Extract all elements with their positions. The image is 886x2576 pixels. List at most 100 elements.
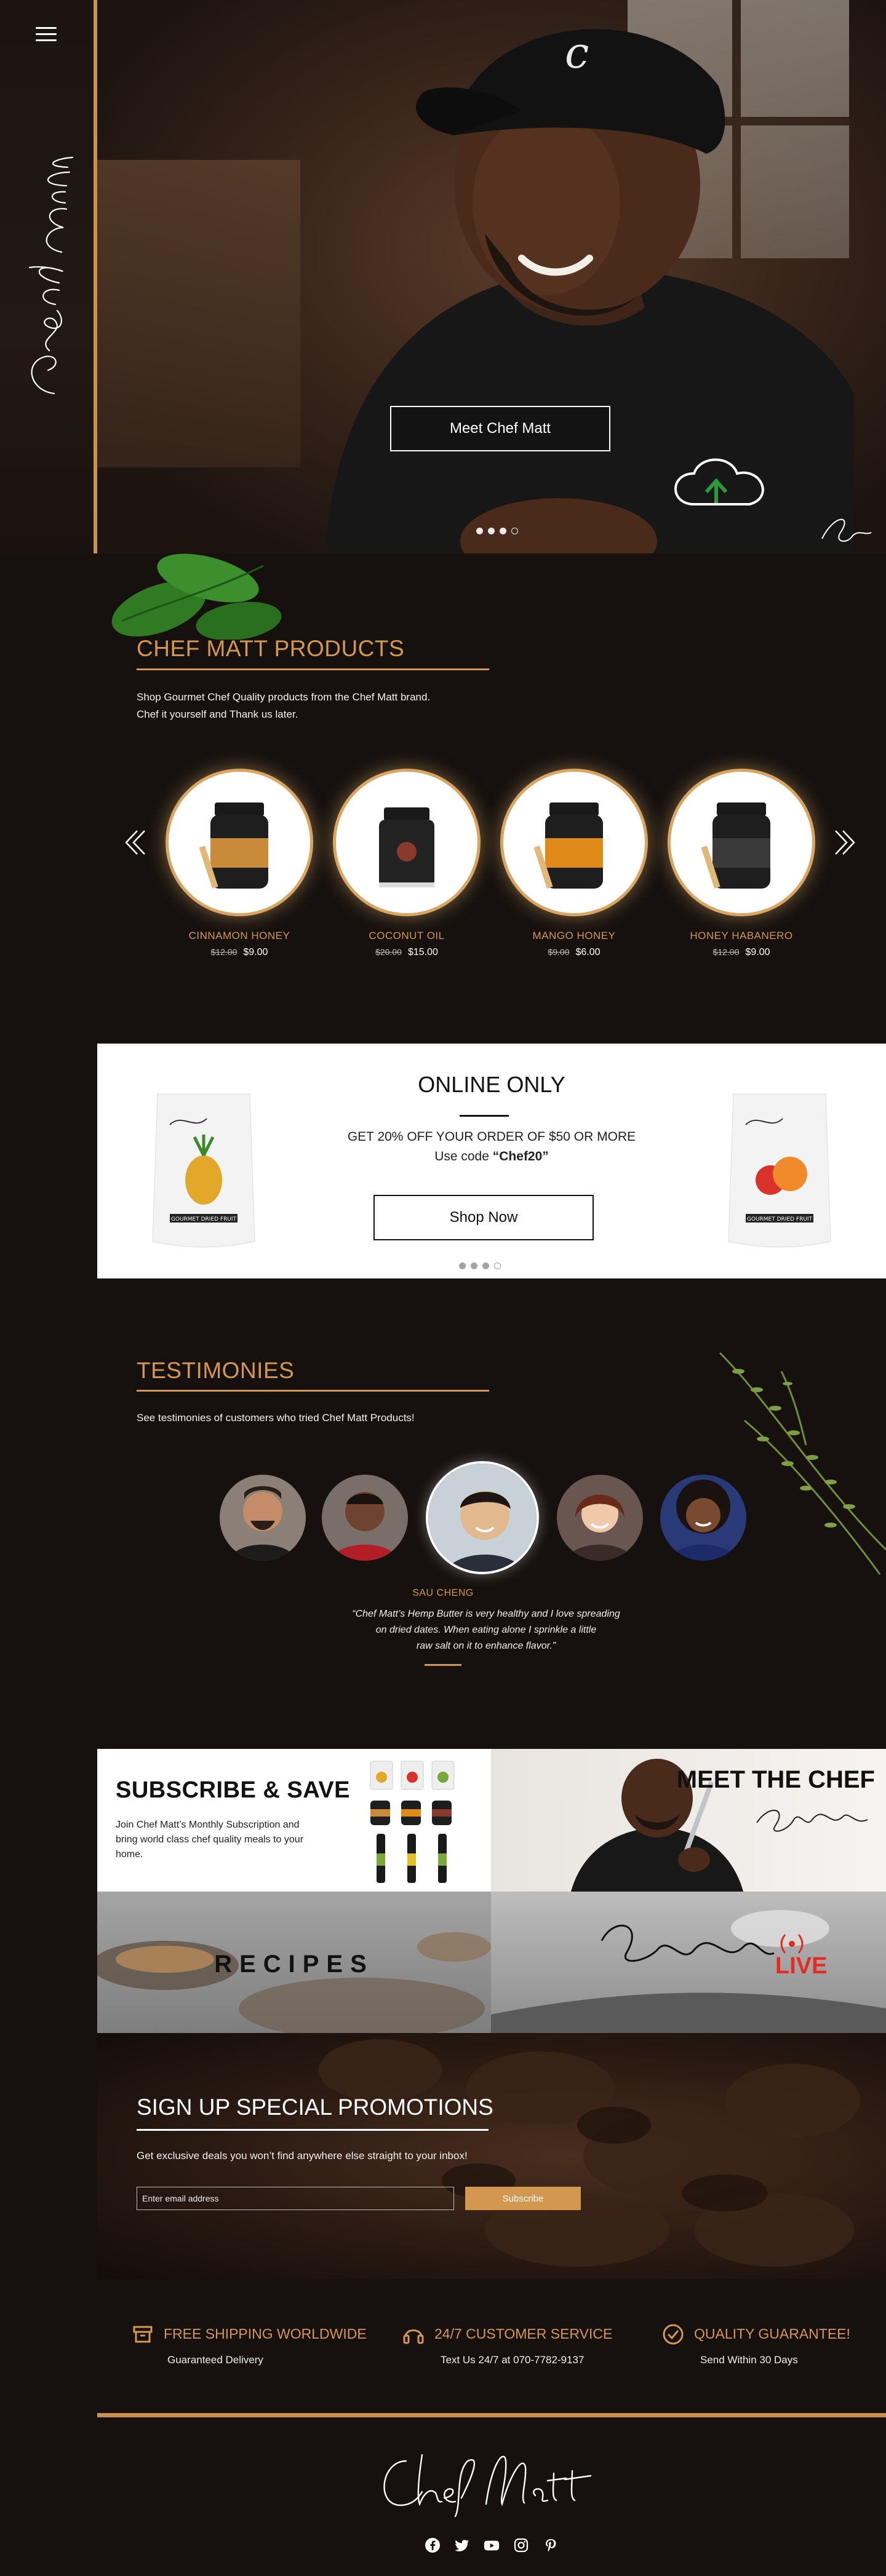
signup-title-rule xyxy=(137,2129,489,2131)
social-links xyxy=(425,2537,559,2553)
testimonial-avatar[interactable] xyxy=(557,1475,643,1561)
product-image[interactable] xyxy=(333,769,481,916)
hero-banner: c Meet Chef Matt xyxy=(97,0,886,553)
product-name[interactable]: CINNAMON HONEY xyxy=(166,930,313,942)
chef-matt-live-tile[interactable]: LIVE xyxy=(491,1892,886,2033)
product-bundle-image xyxy=(370,1761,455,1883)
chevron-right-icon[interactable] xyxy=(831,827,861,858)
subscribe-save-text: Join Chef Matt’s Monthly Subscription an… xyxy=(116,1820,304,1860)
online-only-promo: GOURMET DRIED FRUIT ONLINE ONLY GET 20% … xyxy=(97,1044,886,1278)
product-price: $20.00 $15.00 xyxy=(333,947,481,958)
basil-leaves-decoration xyxy=(111,553,282,640)
subscribe-button[interactable]: Subscribe xyxy=(465,2187,581,2210)
product-card[interactable]: HONEY HABANERO $12.00 $9.00 xyxy=(668,769,815,958)
avatar xyxy=(557,1475,643,1561)
promo-code: “Chef20” xyxy=(492,1149,549,1163)
testimonial-quote-line: raw salt on it to enhance flavor.” xyxy=(416,1641,556,1651)
product-sale-price: $6.00 xyxy=(575,947,601,957)
carousel-dot[interactable] xyxy=(494,1262,501,1269)
product-sale-price: $15.00 xyxy=(407,947,438,957)
product-sale-price: $9.00 xyxy=(243,947,268,957)
shop-now-button[interactable]: Shop Now xyxy=(373,1195,594,1240)
testimonial-quote-line: on dried dates. When eating alone I spri… xyxy=(375,1625,597,1635)
feature-free-shipping: FREE SHIPPING WORLDWIDE Guaranteed Deliv… xyxy=(130,2322,377,2371)
email-field[interactable] xyxy=(137,2187,454,2210)
feature-title: FREE SHIPPING WORLDWIDE xyxy=(164,2326,367,2342)
meet-chef-matt-button[interactable]: Meet Chef Matt xyxy=(390,406,610,451)
feature-subtitle: Guaranteed Delivery xyxy=(167,2354,263,2366)
testimonies-title: TESTIMONIES xyxy=(137,1358,295,1383)
honey-jar-icon xyxy=(534,803,603,889)
promo-code-prefix: Use code xyxy=(434,1149,493,1163)
testimonial-avatar-active[interactable] xyxy=(426,1461,539,1574)
carousel-dot[interactable] xyxy=(488,528,495,534)
honey-jar-icon xyxy=(199,803,268,889)
footer-divider xyxy=(97,2413,886,2417)
menu-icon[interactable] xyxy=(36,27,57,43)
facebook-icon[interactable] xyxy=(425,2537,441,2553)
avatar xyxy=(220,1475,306,1561)
testimonial-name: SAU CHENG xyxy=(412,1588,474,1598)
svg-text:c: c xyxy=(565,28,589,78)
signup-description: Get exclusive deals you won’t find anywh… xyxy=(137,2150,468,2162)
signature-icon xyxy=(821,518,872,542)
chef-matt-logo[interactable] xyxy=(369,2436,609,2522)
product-price: $9.00 $6.00 xyxy=(500,947,648,958)
product-old-price: $12.00 xyxy=(210,947,237,957)
svg-text:GOURMET DRIED FRUIT: GOURMET DRIED FRUIT xyxy=(747,1216,813,1223)
testimonial-rule xyxy=(425,1664,461,1666)
carousel-dot[interactable] xyxy=(482,1262,489,1269)
hero-carousel-dots xyxy=(476,528,518,534)
product-name[interactable]: MANGO HONEY xyxy=(500,930,648,942)
product-old-price: $9.00 xyxy=(548,947,570,957)
pinterest-icon[interactable] xyxy=(543,2537,559,2553)
coconut-oil-jar-icon xyxy=(379,807,434,887)
products-title: CHEF MATT PRODUCTS xyxy=(137,636,405,661)
carousel-dot[interactable] xyxy=(500,528,506,534)
signup-promotions: SIGN UP SPECIAL PROMOTIONS Get exclusive… xyxy=(97,2033,886,2279)
subscribe-save-title: SUBSCRIBE & SAVE xyxy=(116,1777,351,1803)
chef-matt-logo[interactable] xyxy=(11,154,79,406)
instagram-icon[interactable] xyxy=(513,2537,529,2553)
chef-matt-photo: c xyxy=(325,28,854,553)
products-title-rule xyxy=(137,668,489,670)
testimonial-quote-line: “Chef Matt’s Hemp Butter is very healthy… xyxy=(352,1609,620,1619)
carousel-dot[interactable] xyxy=(476,528,483,534)
testimonies-title-rule xyxy=(137,1390,489,1392)
signup-title: SIGN UP SPECIAL PROMOTIONS xyxy=(137,2094,493,2120)
product-image[interactable] xyxy=(166,769,313,916)
product-image[interactable] xyxy=(668,769,815,916)
avatar xyxy=(428,1464,537,1572)
youtube-icon[interactable] xyxy=(484,2537,500,2553)
avatar xyxy=(660,1475,746,1561)
product-old-price: $12.00 xyxy=(712,947,740,957)
product-name[interactable]: COCONUT OIL xyxy=(333,930,481,942)
recipes-label: RECIPES xyxy=(214,1951,374,1978)
product-price: $12.00 $9.00 xyxy=(166,947,313,958)
testimonies-description: See testimonies of customers who tried C… xyxy=(137,1412,415,1424)
dried-fruit-bag-image: GOURMET DRIED FRUIT xyxy=(728,1093,831,1248)
hero-shelf-background xyxy=(97,160,300,467)
chevron-left-icon[interactable] xyxy=(119,827,150,858)
products-description-line: Chef it yourself and Thank us later. xyxy=(137,708,298,720)
product-old-price: $20.00 xyxy=(375,947,402,957)
testimonial-avatar[interactable] xyxy=(220,1475,306,1561)
recipes-tile[interactable]: RECIPES xyxy=(97,1892,491,2033)
twitter-icon[interactable] xyxy=(454,2537,470,2553)
honey-jar-icon xyxy=(701,803,770,889)
product-card[interactable]: COCONUT OIL $20.00 $15.00 xyxy=(333,769,481,958)
product-card[interactable]: CINNAMON HONEY $12.00 $9.00 xyxy=(166,769,313,958)
carousel-dot[interactable] xyxy=(511,528,518,534)
products-description: Shop Gourmet Chef Quality products from … xyxy=(137,689,430,723)
product-image[interactable] xyxy=(500,769,648,916)
testimonial-avatar[interactable] xyxy=(322,1475,408,1561)
subscribe-save-tile[interactable]: SUBSCRIBE & SAVE Join Chef Matt’s Monthl… xyxy=(97,1749,491,1892)
product-name[interactable]: HONEY HABANERO xyxy=(668,930,815,942)
carousel-dot[interactable] xyxy=(459,1262,466,1269)
meet-the-chef-tile[interactable]: MEET THE CHEF xyxy=(491,1749,886,1892)
carousel-dot[interactable] xyxy=(471,1262,477,1269)
product-card[interactable]: MANGO HONEY $9.00 $6.00 xyxy=(500,769,648,958)
testimonial-avatar[interactable] xyxy=(660,1475,746,1561)
avatar xyxy=(322,1475,408,1561)
headphones-icon xyxy=(403,2329,424,2344)
